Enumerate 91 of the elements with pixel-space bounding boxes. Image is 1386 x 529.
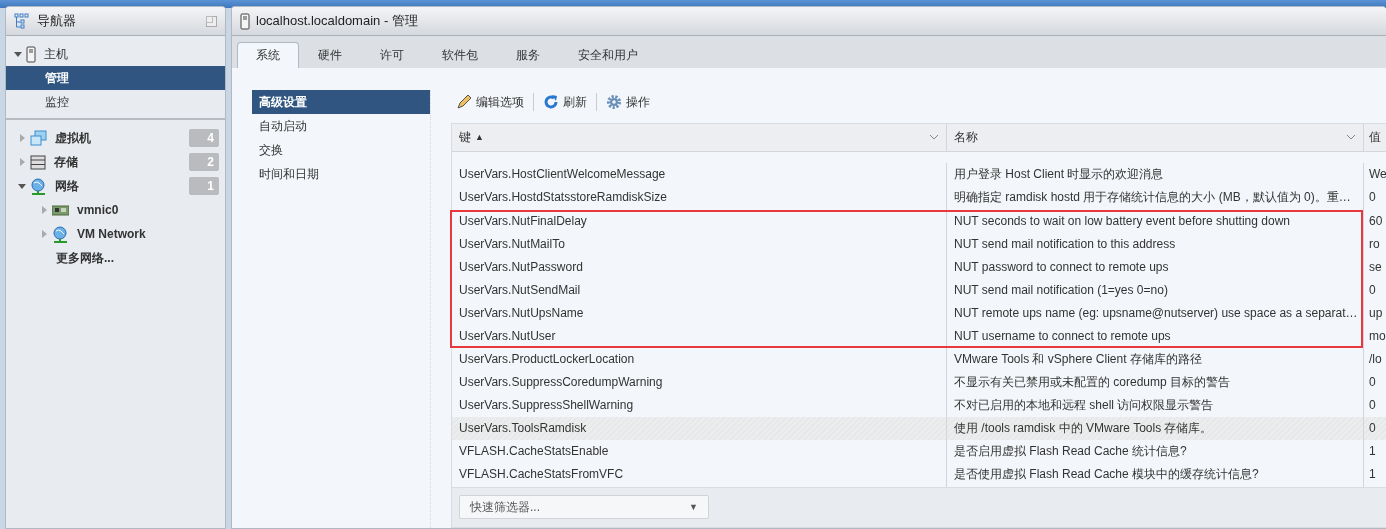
menu-item[interactable]: 高级设置 bbox=[252, 90, 430, 114]
table-cell: 使用 /tools ramdisk 中的 VMware Tools 存储库。 bbox=[946, 417, 1363, 441]
count-badge: 2 bbox=[189, 153, 219, 171]
tab[interactable]: 许可 bbox=[361, 42, 423, 68]
server-icon bbox=[240, 12, 250, 30]
toolbar-button[interactable]: 编辑选项 bbox=[456, 93, 524, 111]
toolbar-button[interactable]: 操作 bbox=[606, 93, 650, 111]
tree-item[interactable]: vmnic0 bbox=[77, 201, 119, 219]
navigator-icon bbox=[14, 12, 31, 30]
tab[interactable]: 服务 bbox=[497, 42, 559, 68]
column-header[interactable]: 键 ▲ bbox=[452, 124, 946, 151]
table-cell-text: UserVars.HostClientWelcomeMessage bbox=[458, 166, 667, 184]
table-cell-text: UserVars.NutPassword bbox=[458, 258, 584, 276]
table-cell-text: UserVars.NutMailTo bbox=[458, 235, 566, 253]
tree-item[interactable]: VM Network bbox=[77, 225, 146, 243]
server-icon bbox=[26, 45, 36, 63]
table-cell: 明确指定 ramdisk hostd 用于存储统计信息的大小 (MB，默认值为 0)。重… bbox=[946, 186, 1363, 210]
expanded-arrow-icon[interactable] bbox=[18, 182, 26, 190]
tab[interactable]: 安全和用户 bbox=[559, 42, 657, 68]
expanded-arrow-icon[interactable] bbox=[14, 50, 22, 58]
table-cell-text: VFLASH.CacheStatsFromVFC bbox=[458, 466, 625, 484]
table-cell: 1 bbox=[1363, 463, 1386, 487]
refresh-icon bbox=[543, 94, 559, 110]
table-cell-text: UserVars.NutUser bbox=[458, 327, 557, 345]
count-badge: 1 bbox=[189, 177, 219, 195]
table-cell: 60 bbox=[1363, 209, 1386, 233]
table-cell-text: UserVars.SuppressShellWarning bbox=[458, 397, 635, 415]
table-cell: up bbox=[1363, 301, 1386, 325]
table-cell: 0 bbox=[1363, 371, 1386, 395]
tree-item[interactable]: 存储 bbox=[54, 153, 78, 171]
table-cell: 0 bbox=[1363, 186, 1386, 210]
table-cell: 用户登录 Host Client 时显示的欢迎消息 bbox=[946, 163, 1363, 187]
toolbar-button[interactable]: 刷新 bbox=[543, 93, 587, 111]
table-cell: 0 bbox=[1363, 278, 1386, 302]
globe-network-icon bbox=[30, 177, 47, 195]
panel-title: localhost.localdomain - 管理 bbox=[256, 12, 418, 31]
globe-network-icon bbox=[52, 225, 69, 243]
restore-icon[interactable] bbox=[206, 15, 217, 27]
table-cell: VMware Tools 和 vSphere Client 存储库的路径 bbox=[946, 348, 1363, 372]
table-cell: NUT username to connect to remote ups bbox=[946, 325, 1363, 349]
table-cell: 1 bbox=[1363, 440, 1386, 464]
chevron-down-icon bbox=[1346, 134, 1356, 141]
table-cell: ro bbox=[1363, 232, 1386, 256]
menu-item[interactable]: 交换 bbox=[252, 138, 430, 162]
table-cell: NUT password to connect to remote ups bbox=[946, 255, 1363, 279]
network-card-icon bbox=[52, 204, 69, 216]
table-cell: 0 bbox=[1363, 417, 1386, 441]
table-cell-text: VFLASH.CacheStatsEnable bbox=[458, 443, 610, 461]
chevron-down-icon bbox=[929, 134, 939, 141]
tab[interactable]: 硬件 bbox=[299, 42, 361, 68]
table-cell-text: UserVars.NutUpsName bbox=[458, 304, 585, 322]
table-cell: NUT seconds to wait on low battery event before shutting down bbox=[946, 209, 1363, 233]
collapsed-arrow-icon[interactable] bbox=[18, 134, 26, 142]
panel-title: 导航器 bbox=[37, 12, 76, 31]
tree-item[interactable]: 更多网络... bbox=[56, 249, 114, 267]
table-cell: se bbox=[1363, 255, 1386, 279]
table-cell: mo bbox=[1363, 325, 1386, 349]
table-cell-text: UserVars.NutSendMail bbox=[458, 281, 582, 299]
tree-item[interactable]: 管理 bbox=[6, 66, 225, 90]
pencil-icon bbox=[456, 94, 472, 110]
collapsed-arrow-icon[interactable] bbox=[40, 230, 48, 238]
tab[interactable]: 软件包 bbox=[423, 42, 497, 68]
table-cell: 是否启用虚拟 Flash Read Cache 统计信息? bbox=[946, 440, 1363, 464]
tab[interactable]: 系统 bbox=[237, 42, 299, 68]
tree-item[interactable]: 虚拟机 bbox=[55, 129, 91, 147]
table-cell: /lo bbox=[1363, 348, 1386, 372]
tree-item[interactable]: 主机 bbox=[44, 45, 68, 63]
table-cell-text: UserVars.NutFinalDelay bbox=[458, 212, 588, 230]
table-cell: We bbox=[1363, 163, 1386, 187]
storage-icon bbox=[30, 154, 46, 170]
column-header[interactable]: 值 bbox=[1363, 124, 1386, 151]
table-cell: NUT remote ups name (eg: upsname@nutserver) use space as a separat… bbox=[946, 301, 1363, 325]
virtual-machine-icon bbox=[30, 130, 47, 146]
tree-item[interactable]: 监控 bbox=[6, 90, 225, 114]
table-cell: 不显示有关已禁用或未配置的 coredump 目标的警告 bbox=[946, 371, 1363, 395]
collapsed-arrow-icon[interactable] bbox=[18, 158, 26, 166]
table-cell: 是否使用虚拟 Flash Read Cache 模块中的缓存统计信息? bbox=[946, 463, 1363, 487]
quick-filter-dropdown[interactable]: 快速筛选器... ▼ bbox=[459, 495, 709, 520]
table-cell: NUT send mail notification (1=yes 0=no) bbox=[946, 278, 1363, 302]
menu-item[interactable]: 自动启动 bbox=[252, 114, 430, 138]
collapsed-arrow-icon[interactable] bbox=[40, 206, 48, 214]
count-badge: 4 bbox=[189, 129, 219, 147]
gear-icon bbox=[606, 94, 622, 110]
table-cell: NUT send mail notification to this address bbox=[946, 232, 1363, 256]
table-cell-text: UserVars.SuppressCoredumpWarning bbox=[458, 374, 664, 392]
table-cell-text: UserVars.ProductLockerLocation bbox=[458, 351, 636, 369]
menu-item[interactable]: 时间和日期 bbox=[252, 162, 430, 186]
column-header[interactable]: 名称 bbox=[946, 124, 1363, 151]
table-cell-text: UserVars.HostdStatsstoreRamdiskSize bbox=[458, 189, 668, 207]
table-cell-text: UserVars.ToolsRamdisk bbox=[458, 420, 588, 438]
tree-item[interactable]: 网络 bbox=[55, 177, 79, 195]
